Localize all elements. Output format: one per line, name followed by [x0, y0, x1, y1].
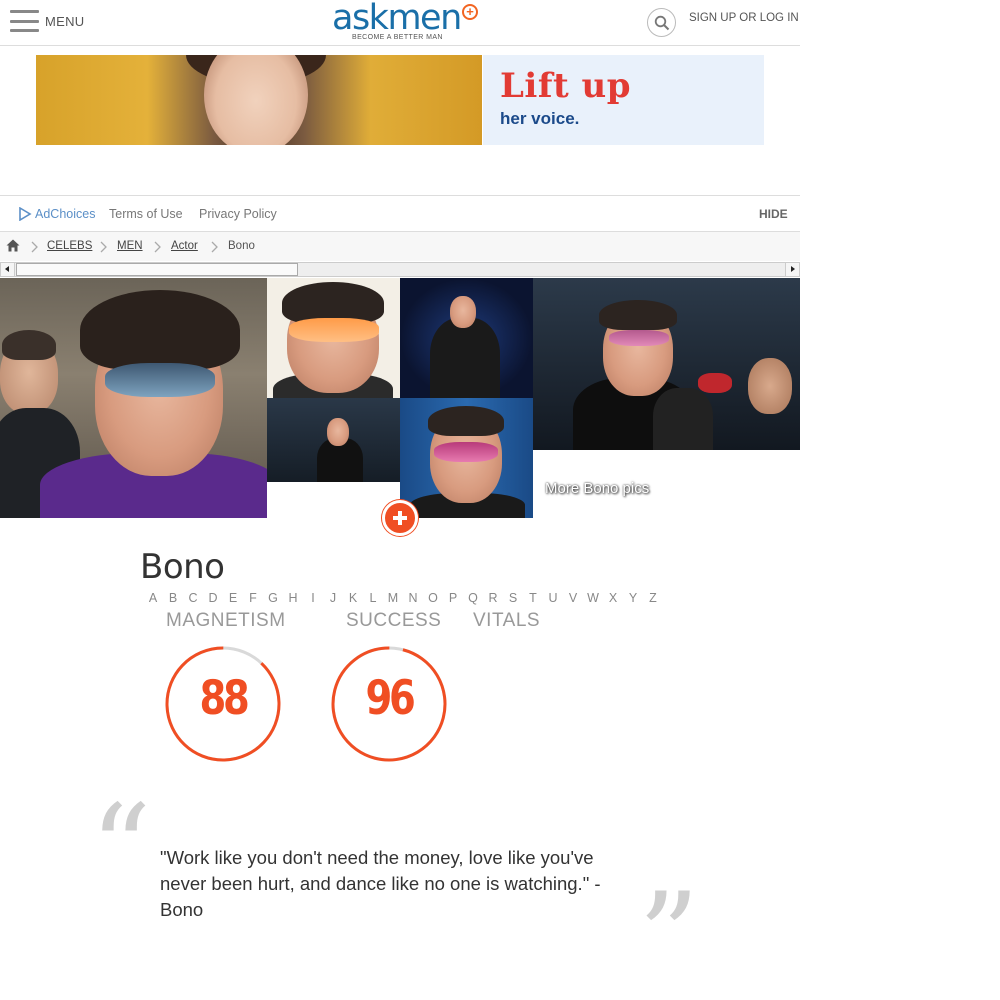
scroll-right-button[interactable] — [785, 263, 799, 276]
logo-wordmark: askmen — [332, 0, 462, 38]
horizontal-scrollbar[interactable] — [0, 262, 800, 277]
hide-ad-button[interactable]: HIDE — [759, 207, 788, 221]
gallery-photo-1[interactable] — [0, 278, 267, 518]
scrollbar-thumb[interactable] — [16, 263, 298, 276]
alphabet-letter-x[interactable]: X — [603, 591, 623, 605]
photo-gallery: More Bono pics — [0, 278, 800, 518]
gallery-photo-3[interactable] — [400, 278, 533, 398]
arrow-right-icon — [791, 266, 795, 272]
alphabet-letter-g[interactable]: G — [263, 591, 283, 605]
chevron-right-icon — [154, 241, 161, 253]
gallery-photo-6[interactable] — [533, 278, 800, 450]
tab-magnetism[interactable]: MAGNETISM — [166, 610, 286, 632]
plus-icon: + — [462, 4, 478, 20]
ad-headline: Lift up — [500, 66, 631, 106]
search-icon — [654, 15, 670, 31]
add-photo-button[interactable] — [382, 500, 418, 536]
alphabet-letter-d[interactable]: D — [203, 591, 223, 605]
alphabet-letter-e[interactable]: E — [223, 591, 243, 605]
chevron-right-icon — [100, 241, 107, 253]
alphabet-letter-n[interactable]: N — [403, 591, 423, 605]
alphabet-letter-i[interactable]: I — [303, 591, 323, 605]
adchoices-label: AdChoices — [35, 207, 96, 221]
alphabet-letter-y[interactable]: Y — [623, 591, 643, 605]
rating-tabs: MAGNETISM SUCCESS VITALS — [0, 610, 800, 632]
adchoices-link[interactable]: AdChoices — [18, 207, 95, 221]
alphabet-letter-q[interactable]: Q — [463, 591, 483, 605]
gallery-photo-2[interactable] — [267, 278, 400, 398]
ad-banner[interactable]: Lift up her voice. — [36, 55, 764, 145]
close-quote-icon: ” — [638, 868, 700, 1000]
askmen-logo[interactable]: askmen + BECOME A BETTER MAN — [332, 0, 482, 44]
alphabet-letter-p[interactable]: P — [443, 591, 463, 605]
search-button[interactable] — [647, 8, 676, 37]
chevron-right-icon — [211, 241, 218, 253]
menu-label: MENU — [45, 13, 85, 29]
page: MENU askmen + BECOME A BETTER MAN SIGN U… — [0, 0, 800, 1000]
alphabet-letter-h[interactable]: H — [283, 591, 303, 605]
signup-login-link[interactable]: SIGN UP OR LOG IN — [689, 12, 799, 24]
alphabet-letter-m[interactable]: M — [383, 591, 403, 605]
alphabet-index: ABCDEFGHIJKLMNOPQRSTUVWXYZ — [143, 591, 663, 605]
ad-info-bar: AdChoices Terms of Use Privacy Policy HI… — [0, 195, 800, 232]
arrow-left-icon — [5, 266, 9, 272]
logo-tagline: BECOME A BETTER MAN — [352, 34, 443, 41]
breadcrumb-celebs[interactable]: CELEBS — [47, 240, 92, 252]
more-pics-link[interactable]: More Bono pics — [545, 480, 649, 497]
terms-of-use-link[interactable]: Terms of Use — [109, 207, 183, 221]
success-score-gauge: 96 — [330, 645, 448, 763]
breadcrumb: CELEBS MEN Actor Bono — [0, 232, 800, 261]
ad-subline: her voice. — [500, 109, 580, 128]
alphabet-letter-s[interactable]: S — [503, 591, 523, 605]
alphabet-letter-c[interactable]: C — [183, 591, 203, 605]
gallery-photo-4[interactable] — [267, 398, 400, 482]
open-quote-icon: “ — [90, 780, 152, 919]
breadcrumb-men[interactable]: MEN — [117, 240, 143, 252]
breadcrumb-current: Bono — [228, 240, 255, 252]
alphabet-letter-z[interactable]: Z — [643, 591, 663, 605]
alphabet-letter-k[interactable]: K — [343, 591, 363, 605]
adchoices-icon — [19, 207, 32, 221]
alphabet-letter-w[interactable]: W — [583, 591, 603, 605]
tab-vitals[interactable]: VITALS — [473, 610, 540, 632]
alphabet-letter-a[interactable]: A — [143, 591, 163, 605]
alphabet-letter-b[interactable]: B — [163, 591, 183, 605]
success-score: 96 — [365, 671, 415, 726]
alphabet-letter-f[interactable]: F — [243, 591, 263, 605]
alphabet-letter-l[interactable]: L — [363, 591, 383, 605]
gallery-photo-5[interactable] — [400, 398, 533, 518]
magnetism-score: 88 — [199, 671, 249, 726]
alphabet-letter-r[interactable]: R — [483, 591, 503, 605]
menu-button[interactable]: MENU — [10, 10, 84, 32]
chevron-right-icon — [31, 241, 38, 253]
privacy-policy-link[interactable]: Privacy Policy — [199, 207, 277, 221]
alphabet-letter-j[interactable]: J — [323, 591, 343, 605]
home-icon[interactable] — [6, 239, 20, 252]
scroll-left-button[interactable] — [1, 263, 15, 276]
site-header: MENU askmen + BECOME A BETTER MAN SIGN U… — [0, 0, 800, 46]
alphabet-letter-t[interactable]: T — [523, 591, 543, 605]
ad-copy: Lift up her voice. — [483, 55, 764, 145]
ad-photo — [36, 55, 482, 145]
magnetism-score-gauge: 88 — [164, 645, 282, 763]
breadcrumb-actor[interactable]: Actor — [171, 240, 198, 252]
hamburger-icon — [10, 10, 39, 32]
tab-success[interactable]: SUCCESS — [346, 610, 441, 632]
alphabet-letter-o[interactable]: O — [423, 591, 443, 605]
celebrity-name: Bono — [140, 547, 225, 587]
alphabet-letter-u[interactable]: U — [543, 591, 563, 605]
alphabet-letter-v[interactable]: V — [563, 591, 583, 605]
celebrity-quote: "Work like you don't need the money, lov… — [160, 847, 601, 920]
